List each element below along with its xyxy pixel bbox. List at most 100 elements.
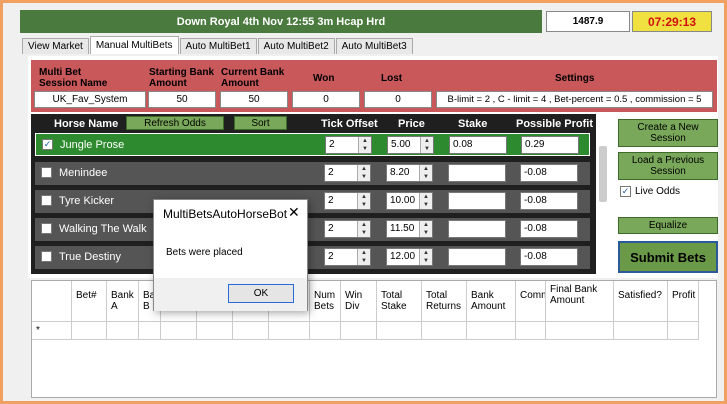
grid-cell[interactable] <box>197 322 233 340</box>
session-name-field[interactable]: UK_Fav_System <box>34 91 146 108</box>
grid-new-row[interactable]: * <box>32 322 699 340</box>
tick-offset-stepper[interactable]: 2 ▲ ▼ <box>325 136 372 154</box>
spin-arrows-icon[interactable]: ▲ ▼ <box>358 137 371 153</box>
checkbox-icon[interactable] <box>41 251 52 262</box>
column-header[interactable]: Total Returns <box>422 281 467 322</box>
checkbox-checked-icon[interactable]: ✓ <box>42 139 53 150</box>
starting-bank-field[interactable]: 50 <box>148 91 216 108</box>
stake-field[interactable] <box>448 220 506 238</box>
won-field[interactable]: 0 <box>292 91 360 108</box>
grid-cell[interactable] <box>516 322 546 340</box>
list-scrollbar[interactable] <box>599 146 607 202</box>
column-header[interactable]: Profit <box>668 281 699 322</box>
profit-field[interactable]: -0.08 <box>520 192 578 210</box>
column-header[interactable]: Num Bets <box>310 281 341 322</box>
column-header[interactable]: Satisfied? <box>614 281 668 322</box>
tick-offset-header: Tick Offset <box>321 118 378 130</box>
stake-field[interactable] <box>448 248 506 266</box>
price-stepper[interactable]: 5.00 ▲ ▼ <box>387 136 434 154</box>
grid-cell[interactable] <box>668 322 699 340</box>
grid-cell[interactable] <box>72 322 107 340</box>
equalize-button[interactable]: Equalize <box>618 217 718 234</box>
stake-field[interactable]: 0.08 <box>449 136 507 154</box>
current-bank-field[interactable]: 50 <box>220 91 288 108</box>
horse-row[interactable]: Menindee 2 ▲ ▼ 8.20 ▲ ▼ -0.08 <box>35 162 590 185</box>
tab-auto-multibet1[interactable]: Auto MultiBet1 <box>179 38 257 54</box>
refresh-odds-button[interactable]: Refresh Odds <box>126 116 224 130</box>
stake-field[interactable] <box>448 164 506 182</box>
column-header[interactable]: Bank Amount <box>467 281 516 322</box>
checkbox-icon[interactable] <box>41 167 52 178</box>
price-stepper[interactable]: 8.20 ▲ ▼ <box>386 164 433 182</box>
column-header[interactable]: Bank A <box>107 281 139 322</box>
tick-offset-stepper[interactable]: 2 ▲ ▼ <box>324 220 371 238</box>
grid-cell[interactable] <box>107 322 139 340</box>
grid-cell[interactable] <box>422 322 467 340</box>
session-panel: Multi Bet Session Name Starting Bank Amo… <box>31 60 717 112</box>
checkbox-checked-icon[interactable]: ✓ <box>620 186 631 197</box>
price-stepper[interactable]: 10.00 ▲ ▼ <box>386 192 433 210</box>
spin-arrows-icon[interactable]: ▲ ▼ <box>419 193 432 209</box>
possible-profit-header: Possible Profit <box>516 118 594 130</box>
tick-offset-stepper[interactable]: 2 ▲ ▼ <box>324 248 371 266</box>
grid-cell[interactable] <box>377 322 422 340</box>
price-stepper[interactable]: 11.50 ▲ ▼ <box>386 220 433 238</box>
grid-cell[interactable] <box>614 322 668 340</box>
load-session-button[interactable]: Load a Previous Session <box>618 152 718 180</box>
horse-name: Jungle Prose <box>60 139 125 151</box>
tick-offset-stepper[interactable]: 2 ▲ ▼ <box>324 164 371 182</box>
ok-button[interactable]: OK <box>228 284 294 303</box>
lost-header: Lost <box>381 73 403 84</box>
spin-arrows-icon[interactable]: ▲ ▼ <box>357 193 370 209</box>
grid-cell[interactable] <box>269 322 310 340</box>
tab-manual-multibets[interactable]: Manual MultiBets <box>89 36 179 54</box>
submit-bets-button[interactable]: Submit Bets <box>618 241 718 273</box>
message-dialog: MultiBetsAutoHorseBot ✕ Bets were placed… <box>153 199 308 311</box>
price-stepper[interactable]: 12.00 ▲ ▼ <box>386 248 433 266</box>
grid-cell[interactable] <box>139 322 161 340</box>
grid-cell[interactable] <box>341 322 377 340</box>
column-header[interactable]: Win Div <box>341 281 377 322</box>
tab-view-market[interactable]: View Market <box>22 38 89 54</box>
starting-bank-header: Starting Bank Amount <box>149 67 215 89</box>
grid-cell[interactable] <box>546 322 614 340</box>
tab-auto-multibet2[interactable]: Auto MultiBet2 <box>257 38 335 54</box>
grid-cell[interactable] <box>233 322 269 340</box>
horse-row[interactable]: True Destiny 2 ▲ ▼ 12.00 ▲ ▼ -0.08 <box>35 246 590 269</box>
spin-arrows-icon[interactable]: ▲ ▼ <box>419 165 432 181</box>
profit-field[interactable]: 0.29 <box>521 136 579 154</box>
horse-name: Tyre Kicker <box>59 195 115 207</box>
sort-button[interactable]: Sort <box>234 116 287 130</box>
column-header[interactable]: Bet# <box>72 281 107 322</box>
checkbox-icon[interactable] <box>41 195 52 206</box>
horse-row[interactable]: Walking The Walk 2 ▲ ▼ 11.50 ▲ ▼ -0.08 <box>35 218 590 241</box>
spin-arrows-icon[interactable]: ▲ ▼ <box>357 221 370 237</box>
horse-row[interactable]: Tyre Kicker 2 ▲ ▼ 10.00 ▲ ▼ -0.08 <box>35 190 590 213</box>
tick-offset-stepper[interactable]: 2 ▲ ▼ <box>324 192 371 210</box>
spin-arrows-icon[interactable]: ▲ ▼ <box>419 221 432 237</box>
checkbox-icon[interactable] <box>41 223 52 234</box>
spin-arrows-icon[interactable]: ▲ ▼ <box>419 249 432 265</box>
grid-cell[interactable] <box>161 322 197 340</box>
profit-field[interactable]: -0.08 <box>520 220 578 238</box>
grid-cell[interactable] <box>310 322 341 340</box>
column-header[interactable]: Comm <box>516 281 546 322</box>
close-icon[interactable]: ✕ <box>288 204 300 221</box>
settings-field[interactable]: B-limit = 2 , C - limit = 4 , Bet-percen… <box>436 91 713 108</box>
column-header[interactable]: Final Bank Amount <box>546 281 614 322</box>
horse-row[interactable]: ✓ Jungle Prose 2 ▲ ▼ 5.00 ▲ ▼ 0.08 0.29 <box>35 133 590 156</box>
live-odds-toggle[interactable]: ✓ Live Odds <box>620 186 680 197</box>
live-odds-label: Live Odds <box>635 186 681 197</box>
spin-arrows-icon[interactable]: ▲ ▼ <box>357 165 370 181</box>
stake-field[interactable] <box>448 192 506 210</box>
bank-balance: 1487.9 <box>546 11 630 32</box>
column-header[interactable]: Total Stake <box>377 281 422 322</box>
create-session-button[interactable]: Create a New Session <box>618 119 718 147</box>
profit-field[interactable]: -0.08 <box>520 164 578 182</box>
spin-arrows-icon[interactable]: ▲ ▼ <box>420 137 433 153</box>
spin-arrows-icon[interactable]: ▲ ▼ <box>357 249 370 265</box>
grid-cell[interactable] <box>467 322 516 340</box>
profit-field[interactable]: -0.08 <box>520 248 578 266</box>
tab-auto-multibet3[interactable]: Auto MultiBet3 <box>335 38 413 54</box>
lost-field[interactable]: 0 <box>364 91 432 108</box>
